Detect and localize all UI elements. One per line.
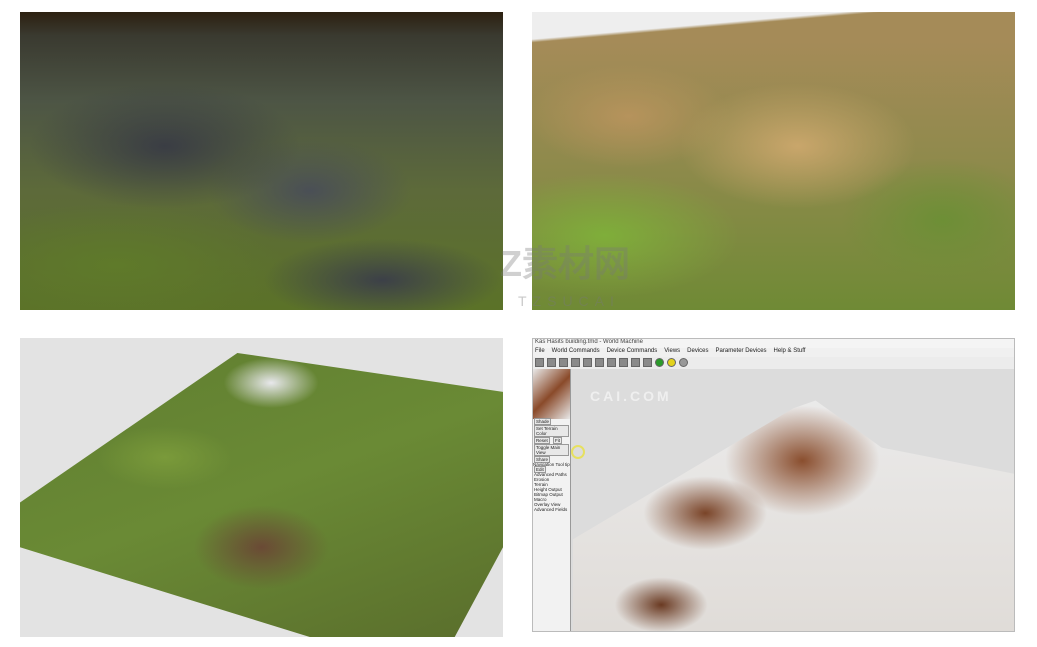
toggle-main-view-button[interactable]: Toggle Main View — [534, 444, 569, 456]
fit-button[interactable]: Fit — [553, 437, 563, 444]
terrain-tile-land — [20, 352, 503, 637]
menu-file[interactable]: File — [535, 348, 545, 357]
terrain-icon[interactable] — [619, 358, 628, 367]
watermark-url: CAI.COM — [590, 388, 672, 404]
menu-help[interactable]: Help & Stuff — [774, 348, 806, 357]
tooltip-label: Tool tip — [555, 462, 570, 467]
print-icon[interactable] — [559, 358, 568, 367]
menu-views[interactable]: Views — [664, 348, 680, 357]
layout-icon[interactable] — [571, 358, 580, 367]
save-icon[interactable] — [547, 358, 556, 367]
3d-viewport[interactable] — [573, 369, 1014, 631]
build-green-icon[interactable] — [655, 358, 664, 367]
list-item[interactable]: Advanced Fields — [533, 507, 570, 512]
world-machine-window: Kas Hasits building.tmd - World Machine … — [532, 338, 1015, 632]
menu-bar: File World Commands Device Commands View… — [533, 348, 1014, 357]
window-title: Kas Hasits building.tmd - World Machine — [533, 339, 1014, 348]
cursor-highlight — [571, 445, 585, 459]
device-icon[interactable] — [583, 358, 592, 367]
open-icon[interactable] — [535, 358, 544, 367]
build-yellow-icon[interactable] — [667, 358, 676, 367]
world-icon[interactable] — [595, 358, 604, 367]
device-list: Advanced Paths Erosion Terrain Height Ou… — [533, 472, 570, 512]
menu-world-commands[interactable]: World Commands — [552, 348, 600, 357]
preview-thumbnail — [533, 369, 570, 419]
menu-devices[interactable]: Devices — [687, 348, 708, 357]
terrain-image-tile — [20, 338, 503, 637]
left-panel: Shade Set Terrain Color Reset Fit Toggle… — [533, 369, 571, 631]
watermark-logo: Z素材网 — [500, 243, 630, 284]
reset-button[interactable]: Reset — [534, 437, 550, 444]
snowy-mountain-render — [573, 400, 1014, 631]
toolbar — [533, 357, 1014, 369]
set-terrain-color-button[interactable]: Set Terrain Color — [534, 425, 569, 437]
preview-icon[interactable] — [643, 358, 652, 367]
terrain-image-dark-mountains — [20, 12, 503, 310]
stop-icon[interactable] — [679, 358, 688, 367]
shade-button[interactable]: Shade — [534, 418, 552, 425]
view-icon[interactable] — [607, 358, 616, 367]
menu-parameter-devices[interactable]: Parameter Devices — [716, 348, 767, 357]
watermark-url-top: TZSUCAI — [518, 293, 620, 309]
render-icon[interactable] — [631, 358, 640, 367]
menu-device-commands[interactable]: Device Commands — [607, 348, 658, 357]
